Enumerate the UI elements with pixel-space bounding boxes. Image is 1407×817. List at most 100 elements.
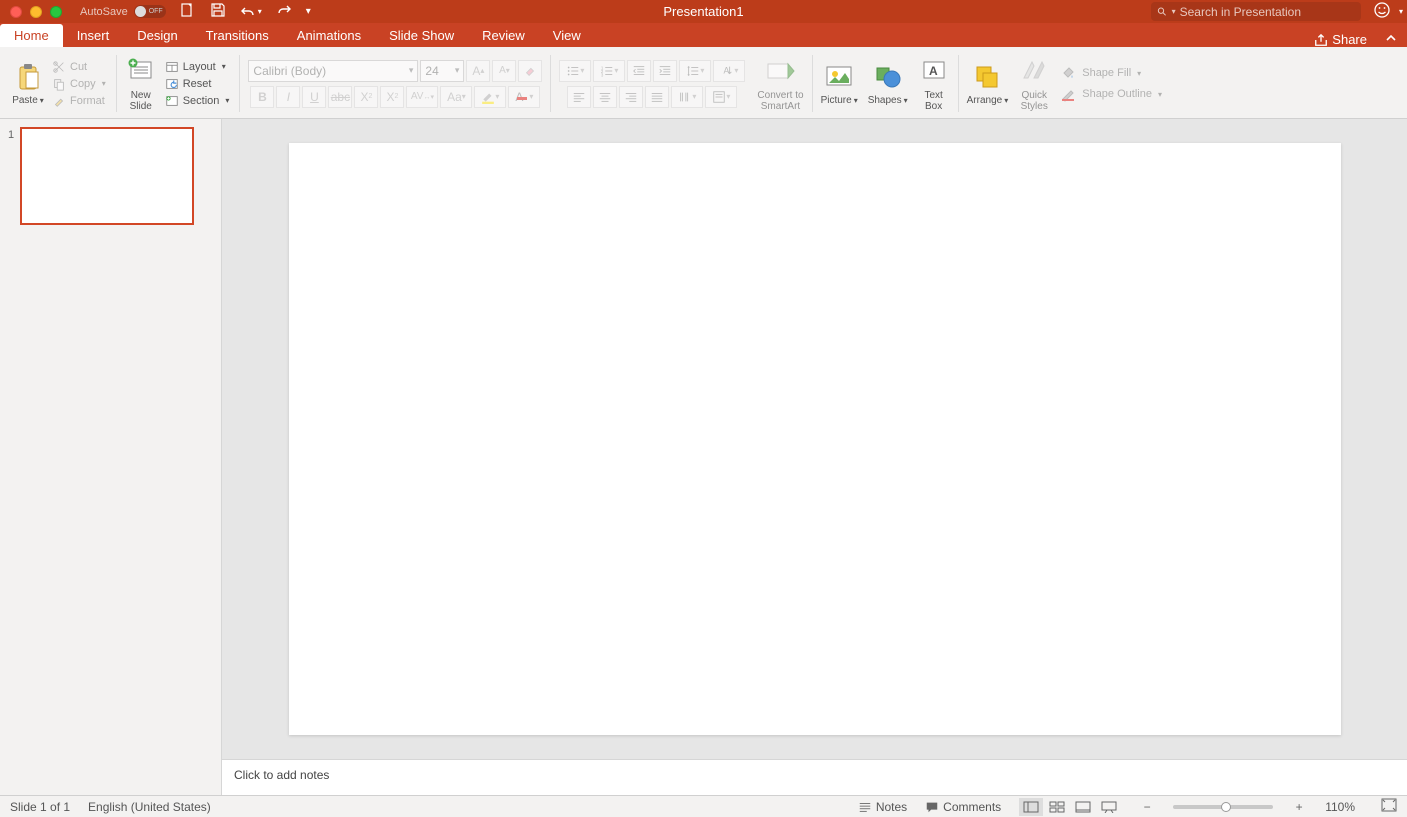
autosave-label: AutoSave [80,6,128,18]
format-painter-button[interactable]: Format [50,93,108,109]
picture-button[interactable]: Picture▾ [821,61,858,106]
tab-design[interactable]: Design [123,24,191,47]
justify-button[interactable] [645,86,669,108]
tab-review[interactable]: Review [468,24,539,47]
textbox-button[interactable]: A Text Box [918,56,950,112]
status-bar: Slide 1 of 1 English (United States) Not… [0,795,1407,817]
new-slide-button[interactable]: New Slide [125,56,157,112]
zoom-percentage[interactable]: 110% [1325,800,1355,814]
search-box[interactable]: ▾ [1151,2,1361,21]
share-icon [1314,33,1328,47]
shape-outline-button[interactable]: Shape Outline▾ [1060,84,1162,104]
bold-button[interactable]: B [250,86,274,108]
fit-to-window-button[interactable] [1381,798,1397,815]
language-indicator[interactable]: English (United States) [88,800,211,814]
shape-fill-button[interactable]: Shape Fill▾ [1060,63,1162,83]
section-button[interactable]: Section▾ [163,93,232,109]
bullets-icon [566,64,580,78]
tab-home[interactable]: Home [0,24,63,47]
underline-button[interactable]: U [302,86,326,108]
zoom-in-button[interactable]: + [1291,800,1307,814]
arrange-icon [971,61,1003,93]
tab-animations[interactable]: Animations [283,24,375,47]
align-left-button[interactable] [567,86,591,108]
highlight-button[interactable]: ▾ [474,86,506,108]
redo-icon[interactable] [276,2,292,21]
slides-group: New Slide Layout▾ Reset Section▾ [119,51,238,116]
tab-insert[interactable]: Insert [63,24,124,47]
maximize-window-button[interactable] [50,6,62,18]
autosave-toggle[interactable]: AutoSave OFF [80,5,166,18]
increase-indent-button[interactable] [653,60,677,82]
slide-thumbnails-panel[interactable]: 1 [0,119,222,795]
tab-view[interactable]: View [539,24,595,47]
paintbrush-icon [52,94,66,108]
normal-view-button[interactable] [1019,798,1043,816]
toggle-switch[interactable]: OFF [134,5,166,18]
increase-font-button[interactable]: A▴ [466,60,490,82]
section-icon [165,94,179,108]
reading-view-button[interactable] [1071,798,1095,816]
italic-button[interactable]: I [276,86,300,108]
decrease-font-button[interactable]: A▾ [492,60,516,82]
font-color-button[interactable]: A▾ [508,86,540,108]
undo-icon[interactable]: ▾ [240,4,262,20]
arrange-button[interactable]: Arrange▾ [967,61,1009,106]
quick-styles-button[interactable]: Quick Styles [1018,56,1050,112]
copy-button[interactable]: Copy▾ [50,76,108,92]
slide-counter[interactable]: Slide 1 of 1 [10,800,70,814]
align-text-button[interactable]: ▾ [705,86,737,108]
search-input[interactable] [1180,5,1355,19]
reset-button[interactable]: Reset [163,76,232,92]
title-bar: AutoSave OFF ▾ ▾ Presentation1 ▾ ▾ [0,0,1407,23]
zoom-slider[interactable] [1173,805,1273,809]
collapse-ribbon-icon[interactable] [1375,32,1407,47]
thumbnail-item[interactable]: 1 [8,127,213,225]
layout-button[interactable]: Layout▾ [163,59,232,75]
tab-slideshow[interactable]: Slide Show [375,24,468,47]
shapes-button[interactable]: Shapes▾ [868,61,908,106]
strikethrough-button[interactable]: abc [328,86,352,108]
share-button[interactable]: Share [1306,32,1375,47]
slide-sorter-view-button[interactable] [1045,798,1069,816]
subscript-button[interactable]: X2 [380,86,404,108]
clear-formatting-button[interactable] [518,60,542,82]
save-icon[interactable] [210,2,226,21]
numbering-button[interactable]: 123▾ [593,60,625,82]
comments-icon [925,800,939,814]
feedback-icon[interactable] [1373,1,1391,22]
slide-thumbnail[interactable] [20,127,194,225]
customize-qat-icon[interactable]: ▾ [306,6,311,17]
close-window-button[interactable] [10,6,22,18]
minimize-window-button[interactable] [30,6,42,18]
font-name-combo[interactable]: Calibri (Body)▾ [248,60,418,82]
text-direction-button[interactable]: A▾ [713,60,745,82]
paste-button[interactable]: Paste▾ [12,61,44,106]
notes-pane[interactable]: Click to add notes [222,759,1407,795]
slideshow-view-button[interactable] [1097,798,1121,816]
line-spacing-button[interactable]: ▾ [679,60,711,82]
notes-toggle-button[interactable]: Notes [858,800,907,814]
zoom-slider-thumb[interactable] [1221,802,1231,812]
comments-toggle-button[interactable]: Comments [925,800,1001,814]
change-case-button[interactable]: Aa▾ [440,86,472,108]
outdent-icon [632,64,646,78]
align-center-button[interactable] [593,86,617,108]
char-spacing-button[interactable]: AV↔▾ [406,86,438,108]
slide-canvas[interactable] [289,143,1341,735]
decrease-indent-button[interactable] [627,60,651,82]
tab-transitions[interactable]: Transitions [192,24,283,47]
convert-smartart-button[interactable]: Convert to SmartArt [757,56,803,112]
align-right-button[interactable] [619,86,643,108]
textbox-icon: A [918,56,950,88]
cut-button[interactable]: Cut [50,59,108,75]
font-size-combo[interactable]: 24▾ [420,60,464,82]
document-title: Presentation1 [663,4,743,19]
bullets-button[interactable]: ▾ [559,60,591,82]
zoom-out-button[interactable]: − [1139,800,1155,814]
superscript-button[interactable]: X2 [354,86,378,108]
columns-button[interactable]: ▾ [671,86,703,108]
slide-canvas-viewport[interactable] [222,119,1407,759]
open-file-icon[interactable] [180,2,196,21]
svg-text:3: 3 [601,72,604,77]
